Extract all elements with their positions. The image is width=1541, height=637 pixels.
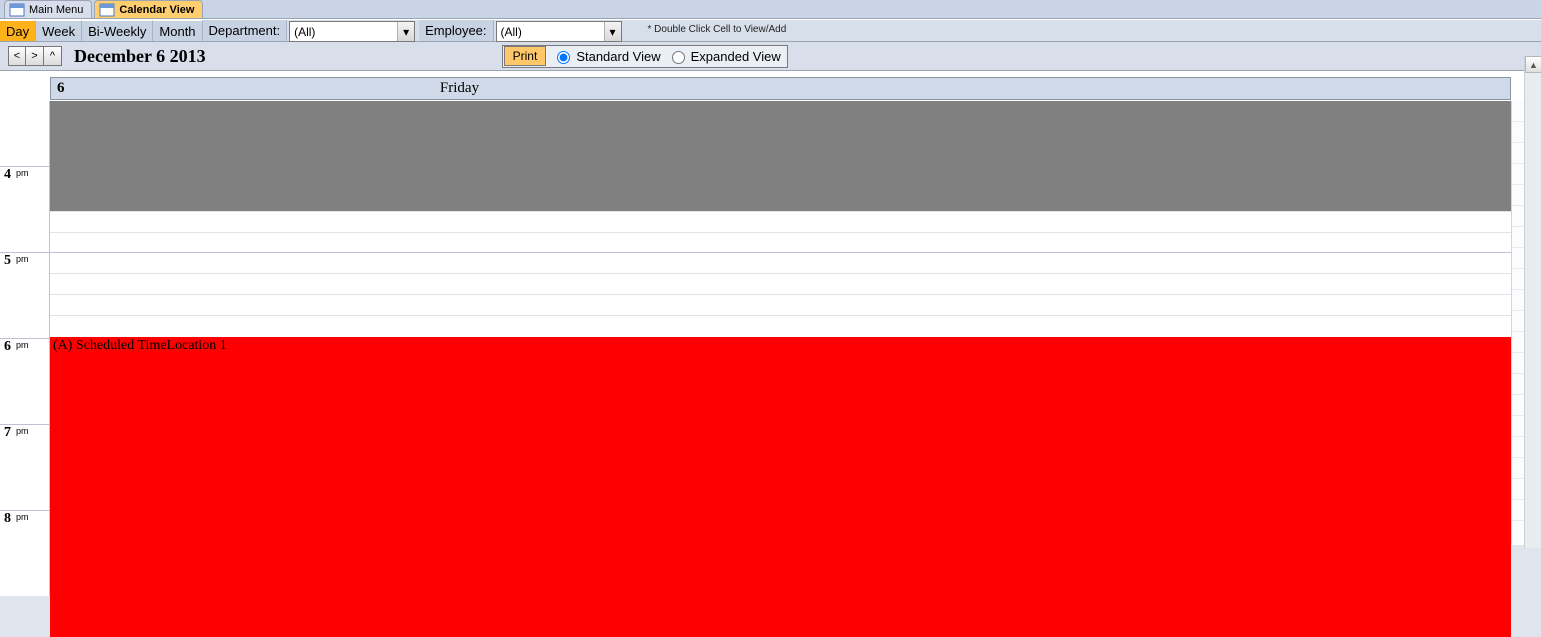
prev-button[interactable]: <: [8, 46, 26, 66]
chevron-down-icon: ▾: [397, 22, 414, 41]
tab-main-menu[interactable]: Main Menu: [4, 0, 92, 18]
nav-group: < > ^: [8, 46, 62, 66]
print-button[interactable]: Print: [504, 46, 547, 66]
scroll-up-button[interactable]: ▲: [1525, 56, 1541, 73]
chevron-down-icon: ▾: [604, 22, 621, 41]
vertical-scrollbar[interactable]: ▲: [1524, 56, 1541, 548]
next-button[interactable]: >: [26, 46, 44, 66]
date-bar: < > ^ December 6 2013 Print Standard Vie…: [0, 42, 1541, 70]
time-6pm: 6: [4, 339, 11, 355]
document-tabs: Main Menu Calendar View: [0, 0, 1541, 19]
view-week[interactable]: Week: [36, 20, 82, 41]
standard-view-input[interactable]: [557, 51, 570, 64]
employee-value: (All): [501, 25, 522, 39]
view-month[interactable]: Month: [153, 20, 202, 41]
expanded-view-label: Expanded View: [691, 49, 781, 64]
calendar-cell[interactable]: [50, 294, 1511, 315]
print-area: Print Standard View Expanded View: [502, 45, 788, 68]
grid-inner: 4 pm 5 pm 6 pm 7 pm 8 pm: [0, 101, 1511, 545]
expanded-view-radio[interactable]: Expanded View: [667, 48, 781, 64]
event-block-red[interactable]: (A) Scheduled TimeLocation 1: [50, 337, 1511, 637]
standard-view-radio[interactable]: Standard View: [552, 48, 660, 64]
pm-label: pm: [16, 426, 29, 436]
calendar-grid: 6 Friday 4 pm 5 pm 6 pm 7: [0, 70, 1541, 545]
calendar-cell[interactable]: [50, 232, 1511, 253]
day-number: 6: [51, 78, 71, 99]
pm-label: pm: [16, 254, 29, 264]
time-7pm: 7: [4, 425, 11, 441]
toolbar: Day Week Bi-Weekly Month Department: (Al…: [0, 19, 1541, 42]
calendar-cell[interactable]: [50, 252, 1511, 273]
time-4pm: 4: [4, 167, 11, 183]
calendar-cell[interactable]: [50, 211, 1511, 232]
calendar-cell[interactable]: [50, 273, 1511, 294]
tab-calendar-view[interactable]: Calendar View: [94, 0, 203, 18]
employee-combo[interactable]: (All) ▾: [496, 21, 622, 42]
hint-text: * Double Click Cell to View/Add: [626, 20, 787, 41]
form-icon: [99, 3, 115, 17]
standard-view-label: Standard View: [576, 49, 660, 64]
tab-label: Calendar View: [119, 4, 194, 16]
event-block-grey[interactable]: [50, 101, 1511, 211]
view-day[interactable]: Day: [0, 20, 36, 41]
department-combo[interactable]: (All) ▾: [289, 21, 415, 42]
pm-label: pm: [16, 340, 29, 350]
calendar-cell[interactable]: [50, 315, 1511, 336]
time-gutter: 4 pm 5 pm 6 pm 7 pm 8 pm: [0, 101, 50, 545]
event-label: (A) Scheduled TimeLocation 1: [53, 338, 227, 353]
department-label: Department:: [203, 20, 288, 41]
day-name: Friday: [440, 80, 479, 97]
form-icon: [9, 3, 25, 17]
app-window: Main Menu Calendar View Day Week Bi-Week…: [0, 0, 1541, 548]
day-header: 6 Friday: [50, 77, 1511, 100]
department-value: (All): [294, 25, 315, 39]
time-5pm: 5: [4, 253, 11, 269]
date-title: December 6 2013: [74, 46, 206, 67]
pm-label: pm: [16, 168, 29, 178]
slot-area: (A) Scheduled TimeLocation 1: [50, 101, 1511, 545]
view-biweekly[interactable]: Bi-Weekly: [82, 20, 153, 41]
up-button[interactable]: ^: [44, 46, 62, 66]
pm-label: pm: [16, 512, 29, 522]
expanded-view-input[interactable]: [672, 51, 685, 64]
caret-up-icon: ▲: [1529, 60, 1538, 70]
tab-label: Main Menu: [29, 4, 83, 16]
time-8pm: 8: [4, 511, 11, 527]
employee-label: Employee:: [419, 20, 493, 41]
